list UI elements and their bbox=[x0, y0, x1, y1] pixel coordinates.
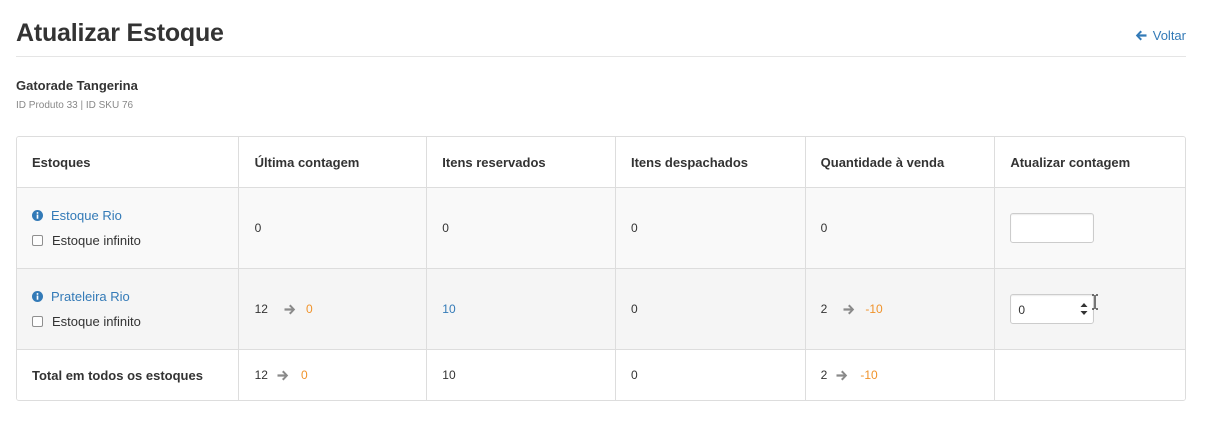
column-header-stocks: Estoques bbox=[17, 137, 239, 187]
update-count-input[interactable] bbox=[1010, 213, 1095, 243]
available-value: 0 bbox=[806, 188, 996, 268]
dispatched-value: 0 bbox=[616, 269, 806, 349]
stock-cell: Estoque Rio Estoque infinito bbox=[17, 188, 239, 268]
infinite-stock-label: Estoque infinito bbox=[52, 233, 141, 248]
update-count-input[interactable]: 0 bbox=[1010, 294, 1095, 324]
stock-link-estoque-rio[interactable]: Estoque Rio bbox=[32, 208, 122, 223]
arrow-right-icon bbox=[277, 370, 289, 380]
last-count-cell: 12 0 bbox=[239, 269, 428, 349]
arrow-right-icon bbox=[836, 370, 848, 380]
column-header-last-count: Última contagem bbox=[239, 137, 428, 187]
page-header: Atualizar Estoque Voltar bbox=[16, 18, 1186, 57]
table-row: Prateleira Rio Estoque infinito 12 0 10 … bbox=[17, 269, 1185, 350]
stock-table: Estoques Última contagem Itens reservado… bbox=[16, 136, 1186, 401]
product-ids: ID Produto 33 | ID SKU 76 bbox=[16, 100, 134, 111]
column-header-available: Quantidade à venda bbox=[806, 137, 996, 187]
column-header-reserved: Itens reservados bbox=[427, 137, 616, 187]
stock-name: Estoque Rio bbox=[51, 208, 122, 223]
total-last-count-cell: 12 0 bbox=[239, 350, 428, 400]
total-last-count-value: 12 bbox=[254, 368, 268, 382]
available-value: 2 bbox=[820, 302, 828, 316]
page-title: Atualizar Estoque bbox=[16, 19, 224, 47]
infinite-stock-option: Estoque infinito bbox=[32, 233, 141, 248]
product-name: Gatorade Tangerina bbox=[16, 78, 138, 93]
available-new-value: -10 bbox=[865, 302, 883, 316]
infinite-stock-option: Estoque infinito bbox=[32, 314, 141, 329]
stock-cell: Prateleira Rio Estoque infinito bbox=[17, 269, 239, 349]
total-last-count-new-value: 0 bbox=[300, 368, 308, 382]
spinner-icon[interactable] bbox=[1079, 300, 1089, 318]
total-available-new-value: -10 bbox=[860, 368, 878, 382]
arrow-right-icon bbox=[843, 304, 855, 314]
total-dispatched-value: 0 bbox=[616, 350, 806, 400]
table-row: Estoque Rio Estoque infinito 0 0 0 0 bbox=[17, 188, 1185, 269]
reserved-value[interactable]: 10 bbox=[427, 269, 616, 349]
arrow-right-icon bbox=[284, 304, 296, 314]
total-available-cell: 2 -10 bbox=[806, 350, 996, 400]
arrow-left-icon bbox=[1135, 30, 1147, 41]
text-cursor-icon bbox=[1092, 294, 1099, 310]
page: Atualizar Estoque Voltar Gatorade Tanger… bbox=[0, 0, 1230, 424]
last-count-value: 0 bbox=[239, 188, 428, 268]
info-icon bbox=[32, 210, 43, 221]
stock-name: Prateleira Rio bbox=[51, 289, 130, 304]
update-count-value: 0 bbox=[1018, 303, 1025, 317]
total-reserved-value: 10 bbox=[427, 350, 616, 400]
info-icon bbox=[32, 291, 43, 302]
update-count-cell bbox=[995, 188, 1185, 268]
total-available-value: 2 bbox=[820, 368, 828, 382]
last-count-value: 12 bbox=[254, 302, 268, 316]
stock-link-prateleira-rio[interactable]: Prateleira Rio bbox=[32, 289, 130, 304]
table-header-row: Estoques Última contagem Itens reservado… bbox=[17, 137, 1185, 188]
back-link[interactable]: Voltar bbox=[1135, 28, 1186, 43]
infinite-stock-label: Estoque infinito bbox=[52, 314, 141, 329]
available-cell: 2 -10 bbox=[806, 269, 996, 349]
update-count-cell: 0 bbox=[995, 269, 1185, 349]
total-update-cell bbox=[995, 350, 1185, 400]
total-row: Total em todos os estoques 12 0 10 0 2 -… bbox=[17, 350, 1185, 400]
last-count-new-value: 0 bbox=[305, 302, 313, 316]
back-link-label: Voltar bbox=[1152, 28, 1186, 43]
total-label: Total em todos os estoques bbox=[17, 350, 239, 400]
column-header-dispatched: Itens despachados bbox=[616, 137, 806, 187]
infinite-stock-checkbox[interactable] bbox=[32, 235, 43, 246]
dispatched-value: 0 bbox=[616, 188, 806, 268]
column-header-update-count: Atualizar contagem bbox=[1010, 154, 1131, 170]
infinite-stock-checkbox[interactable] bbox=[32, 316, 43, 327]
reserved-value: 0 bbox=[427, 188, 616, 268]
